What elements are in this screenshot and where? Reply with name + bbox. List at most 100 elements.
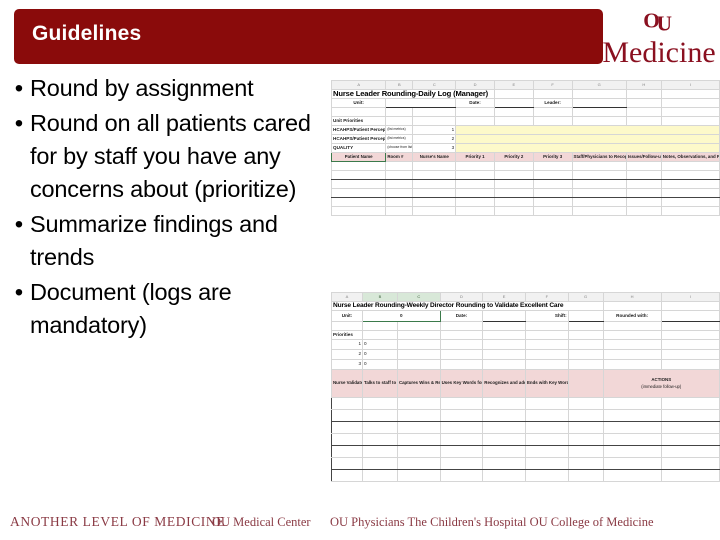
cell[interactable] xyxy=(660,179,720,189)
cell[interactable] xyxy=(532,179,573,189)
cell[interactable] xyxy=(493,197,534,207)
table-row[interactable] xyxy=(331,433,720,446)
priority-value[interactable]: 0 xyxy=(362,349,398,360)
cell[interactable] xyxy=(455,161,495,171)
cell[interactable] xyxy=(660,206,720,216)
cell[interactable] xyxy=(625,206,662,216)
table-row[interactable] xyxy=(331,409,720,422)
table-row[interactable] xyxy=(331,179,720,189)
cell[interactable] xyxy=(660,421,720,434)
cell[interactable] xyxy=(362,469,398,482)
cell[interactable] xyxy=(412,197,457,207)
cell[interactable] xyxy=(412,206,457,216)
table-row[interactable] xyxy=(331,421,720,434)
cell[interactable] xyxy=(396,409,441,422)
cell[interactable] xyxy=(455,197,495,207)
cell[interactable] xyxy=(396,397,441,410)
cell[interactable] xyxy=(602,421,662,434)
cell[interactable] xyxy=(571,179,627,189)
cell[interactable] xyxy=(571,188,627,198)
cell[interactable] xyxy=(412,179,457,189)
cell[interactable] xyxy=(625,197,662,207)
table-row[interactable] xyxy=(331,469,720,482)
cell[interactable] xyxy=(331,397,364,410)
cell[interactable] xyxy=(660,409,720,422)
cell[interactable] xyxy=(331,170,387,180)
cell[interactable] xyxy=(385,206,414,216)
cell[interactable] xyxy=(660,161,720,171)
cell[interactable] xyxy=(331,161,387,171)
cell[interactable] xyxy=(524,409,569,422)
cell[interactable] xyxy=(660,170,720,180)
cell[interactable] xyxy=(455,188,495,198)
cell[interactable] xyxy=(396,421,441,434)
cell[interactable] xyxy=(571,170,627,180)
date-input[interactable] xyxy=(493,98,534,108)
cell[interactable] xyxy=(660,469,720,482)
cell[interactable] xyxy=(660,197,720,207)
priority-value[interactable]: 0 xyxy=(362,339,398,350)
cell[interactable] xyxy=(571,206,627,216)
cell[interactable] xyxy=(625,188,662,198)
cell[interactable] xyxy=(482,457,526,470)
table-row[interactable] xyxy=(331,397,720,410)
cell[interactable] xyxy=(482,409,526,422)
cell[interactable] xyxy=(362,421,398,434)
cell[interactable] xyxy=(385,179,414,189)
cell[interactable] xyxy=(493,188,534,198)
cell[interactable] xyxy=(331,421,364,434)
cell[interactable] xyxy=(331,433,364,446)
cell[interactable] xyxy=(362,409,398,422)
priority-value-input[interactable] xyxy=(455,134,720,144)
cell[interactable] xyxy=(412,188,457,198)
cell[interactable] xyxy=(396,433,441,446)
table-row[interactable] xyxy=(331,445,720,458)
cell[interactable] xyxy=(567,433,604,446)
cell[interactable] xyxy=(532,161,573,171)
cell[interactable] xyxy=(532,197,573,207)
cell[interactable] xyxy=(524,433,569,446)
table-row[interactable] xyxy=(331,197,720,207)
leader-input[interactable] xyxy=(571,98,627,108)
cell[interactable] xyxy=(412,170,457,180)
cell[interactable] xyxy=(455,206,495,216)
cell[interactable] xyxy=(455,170,495,180)
cell[interactable] xyxy=(602,433,662,446)
unit-input[interactable] xyxy=(385,98,457,108)
cell[interactable] xyxy=(385,161,414,171)
cell[interactable] xyxy=(482,433,526,446)
cell[interactable] xyxy=(602,409,662,422)
cell[interactable] xyxy=(524,445,569,458)
cell[interactable] xyxy=(331,469,364,482)
cell[interactable] xyxy=(362,397,398,410)
cell[interactable] xyxy=(396,469,441,482)
cell[interactable] xyxy=(439,445,484,458)
cell[interactable] xyxy=(571,197,627,207)
table-row[interactable] xyxy=(331,188,720,198)
cell[interactable] xyxy=(602,457,662,470)
cell[interactable] xyxy=(439,397,484,410)
cell[interactable] xyxy=(660,188,720,198)
cell[interactable] xyxy=(362,457,398,470)
priority-value-input[interactable] xyxy=(455,125,720,135)
table-row[interactable] xyxy=(331,457,720,470)
cell[interactable] xyxy=(625,161,662,171)
cell[interactable] xyxy=(362,433,398,446)
rounded-with-input[interactable] xyxy=(660,310,720,322)
cell[interactable] xyxy=(493,161,534,171)
cell[interactable] xyxy=(455,179,495,189)
cell[interactable] xyxy=(567,445,604,458)
cell[interactable] xyxy=(567,421,604,434)
cell[interactable] xyxy=(660,397,720,410)
cell[interactable] xyxy=(439,409,484,422)
cell[interactable] xyxy=(493,179,534,189)
cell[interactable] xyxy=(385,188,414,198)
cell[interactable] xyxy=(625,170,662,180)
cell[interactable] xyxy=(660,445,720,458)
cell[interactable] xyxy=(532,206,573,216)
cell[interactable] xyxy=(532,188,573,198)
cell[interactable] xyxy=(331,179,387,189)
cell[interactable] xyxy=(493,206,534,216)
cell[interactable] xyxy=(482,421,526,434)
cell[interactable] xyxy=(396,445,441,458)
